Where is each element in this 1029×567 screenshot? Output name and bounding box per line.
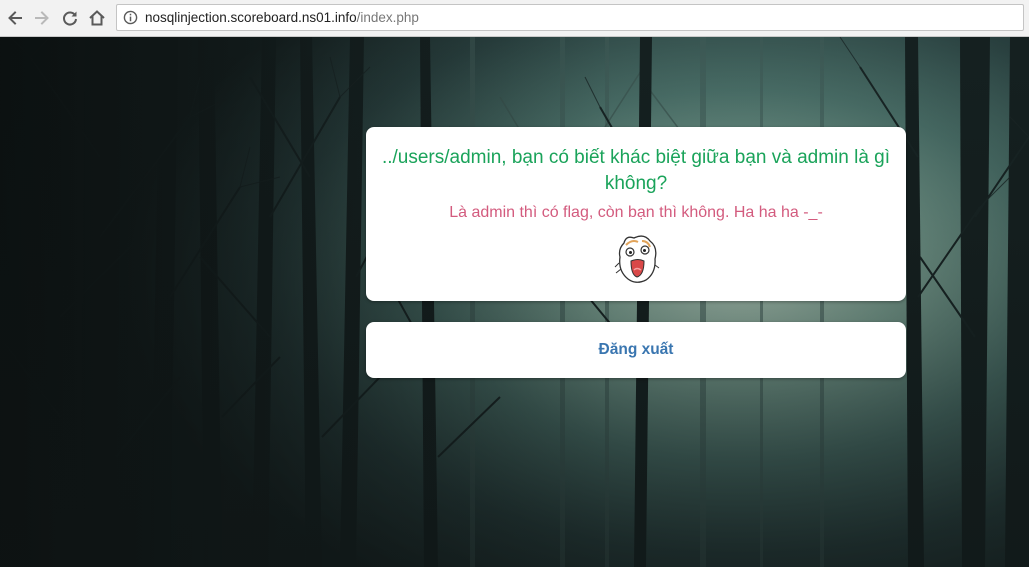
url-host: nosqlinjection.scoreboard.ns01.info: [145, 10, 357, 25]
question-text: ../users/admin, bạn có biết khác biệt gi…: [381, 147, 891, 194]
browser-toolbar: nosqlinjection.scoreboard.ns01.info/inde…: [0, 0, 1029, 37]
url-path: /index.php: [356, 10, 419, 25]
page-viewport: ../users/admin, bạn có biết khác biệt gi…: [0, 37, 1029, 567]
address-bar[interactable]: nosqlinjection.scoreboard.ns01.info/inde…: [116, 4, 1024, 31]
forest-background: [0, 37, 1029, 567]
info-icon[interactable]: [123, 10, 138, 25]
url-text: nosqlinjection.scoreboard.ns01.info/inde…: [145, 10, 419, 26]
home-icon[interactable]: [86, 7, 108, 29]
message-card: ../users/admin, bạn có biết khác biệt gi…: [366, 127, 906, 301]
back-arrow-icon[interactable]: [4, 7, 26, 29]
logout-card: Đăng xuất: [366, 322, 906, 378]
laughing-sticker-icon: [614, 235, 660, 283]
logout-link[interactable]: Đăng xuất: [599, 341, 674, 359]
answer-text: Là admin thì có flag, còn bạn thì không.…: [449, 204, 823, 221]
reload-icon[interactable]: [59, 7, 81, 29]
forward-arrow-icon[interactable]: [31, 7, 53, 29]
